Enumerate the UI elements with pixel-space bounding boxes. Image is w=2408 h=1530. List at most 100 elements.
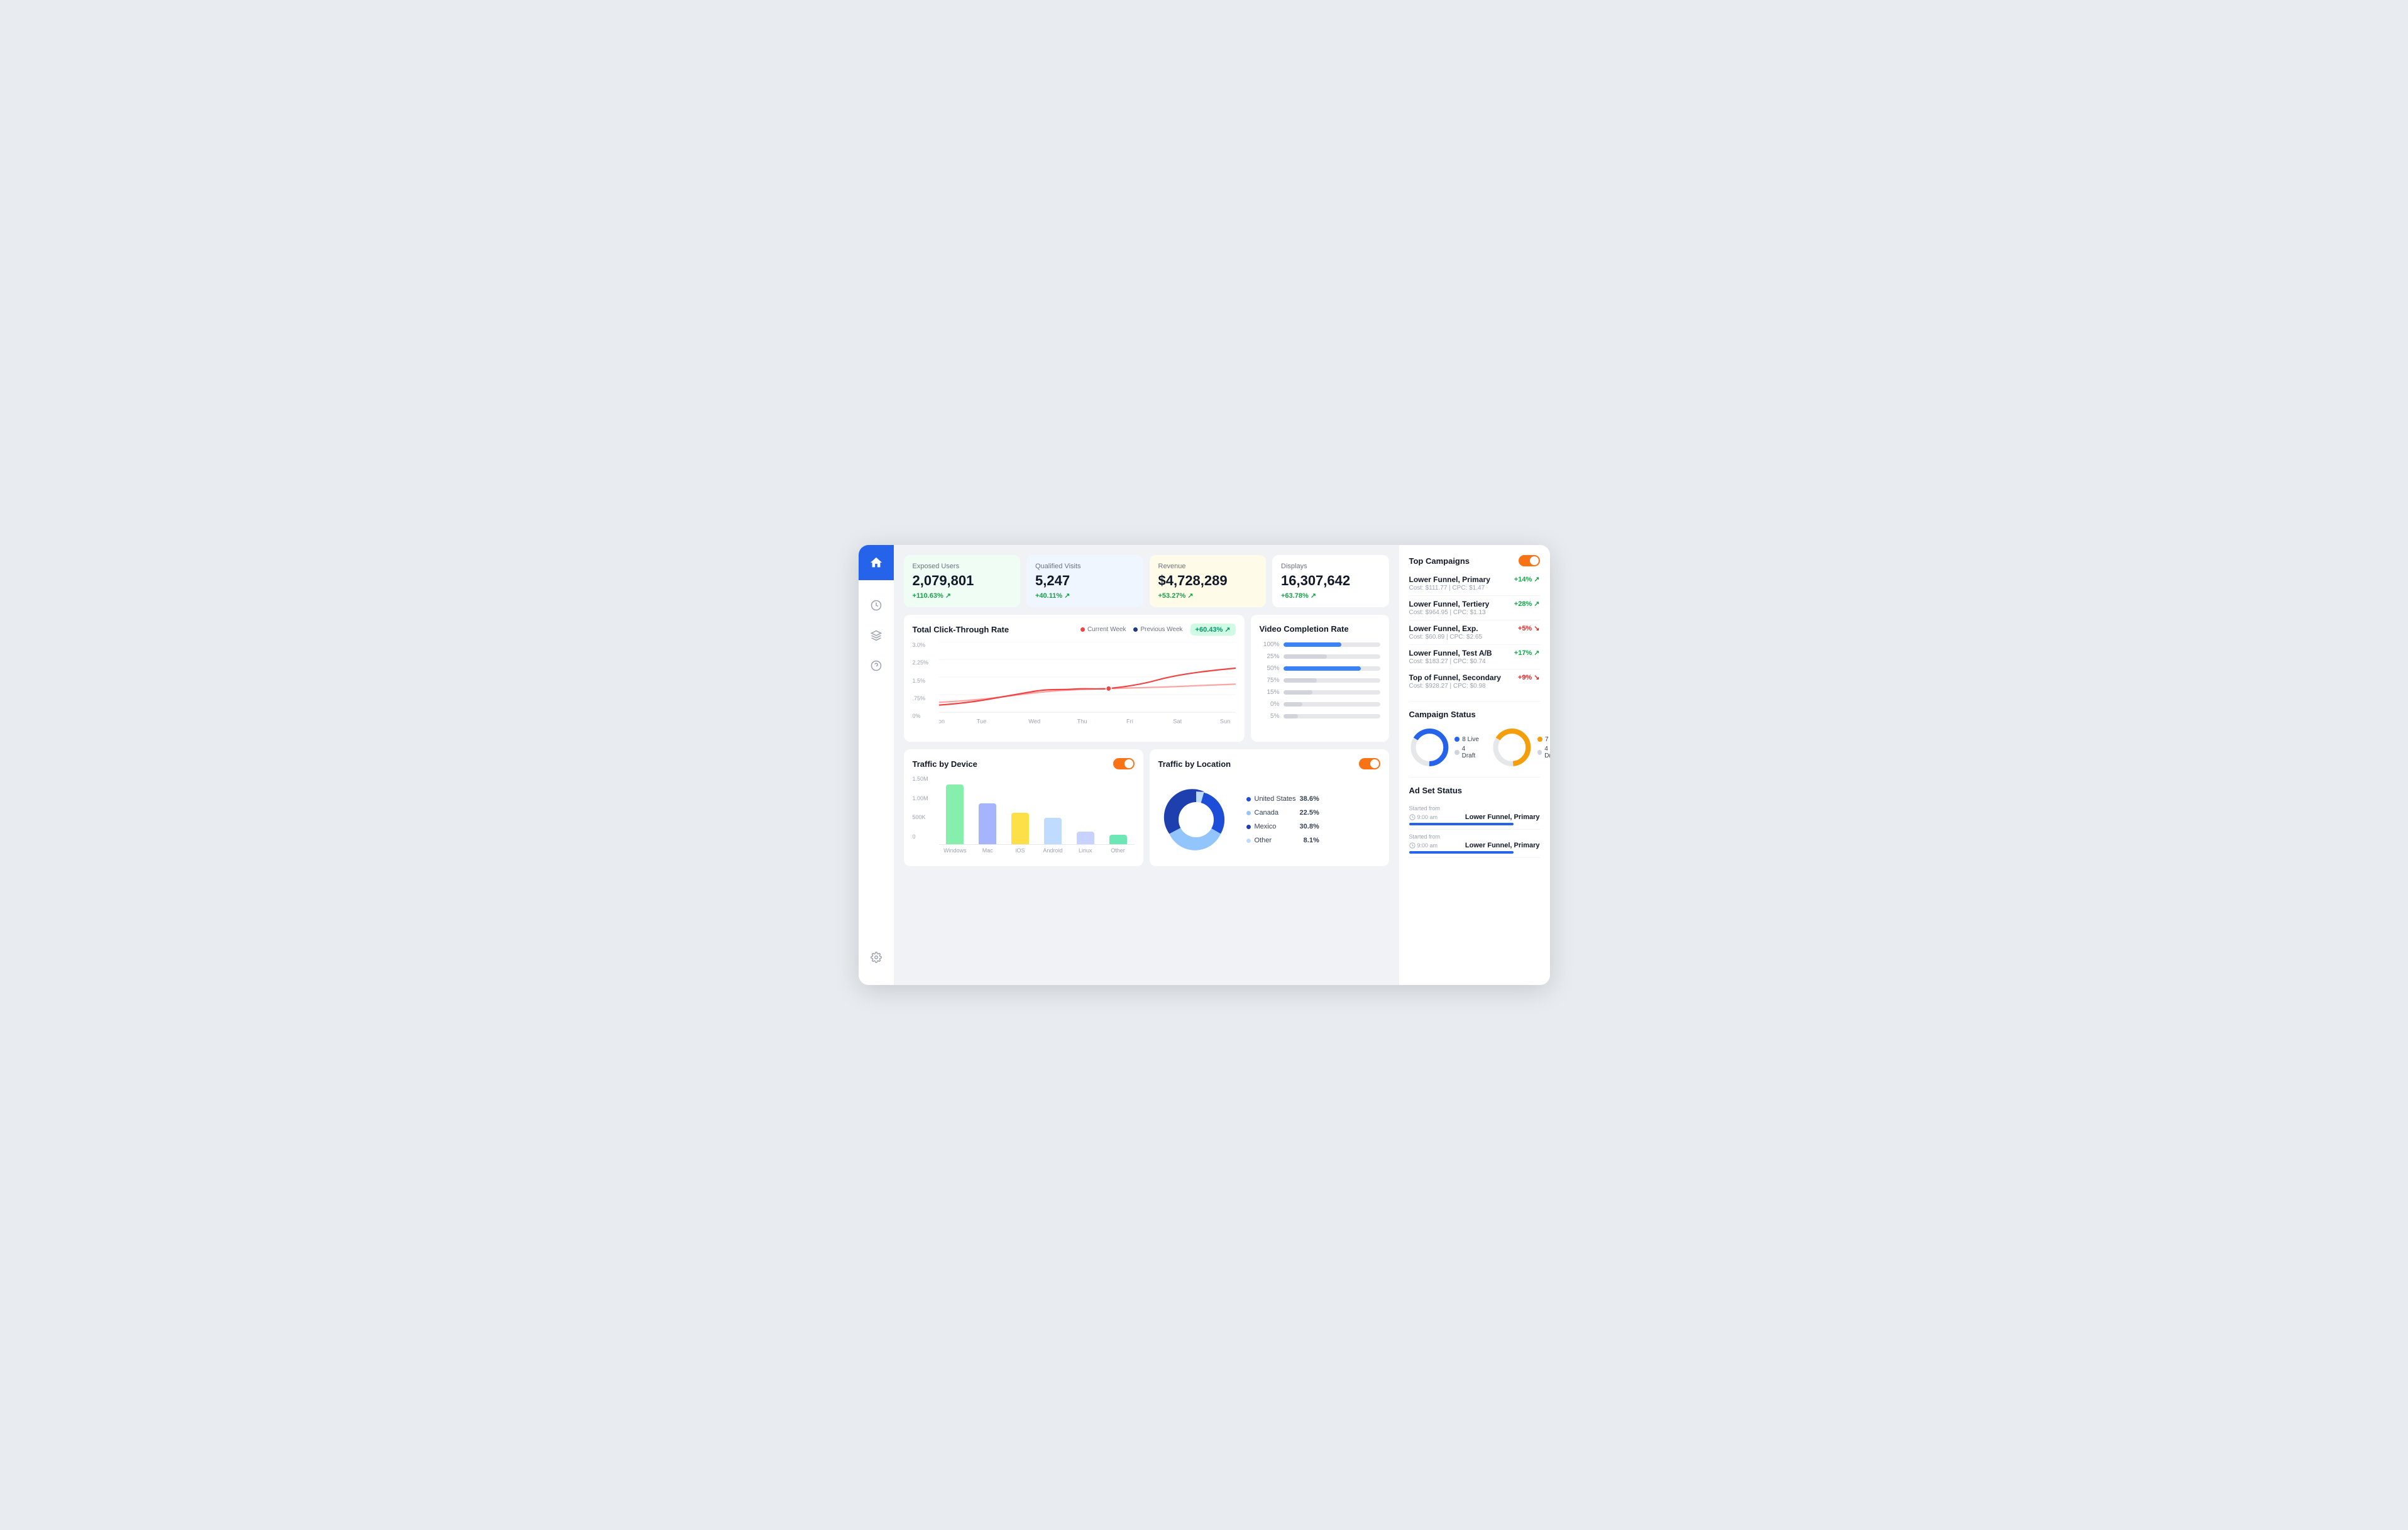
ad-set-item-1: Started from 9:00 am Lower Funnel, Prima… — [1409, 801, 1540, 830]
campaign-5: Top of Funnel, Secondary Cost: $928.27 |… — [1409, 669, 1540, 693]
ad-set-time-1: 9:00 am — [1409, 814, 1438, 820]
campaign-3: Lower Funnel, Exp. Cost: $60.89 | CPC: $… — [1409, 620, 1540, 645]
ctr-chart-title: Total Click-Through Rate — [913, 625, 1009, 634]
location-donut-svg — [1158, 782, 1234, 857]
device-chart-header: Traffic by Device — [913, 758, 1135, 769]
location-canada: Canada 22.5% — [1246, 809, 1319, 817]
ad-set-time-2: 9:00 am — [1409, 842, 1438, 849]
campaign-status-section: Campaign Status 8 Live — [1409, 709, 1540, 769]
svg-text:Sat: Sat — [1173, 718, 1182, 725]
bar-windows — [942, 784, 969, 844]
device-toggle[interactable] — [1113, 758, 1135, 769]
device-chart-card: Traffic by Device 1.50M 1.00M 500K 0 — [904, 749, 1143, 866]
sidebar-icon-clock[interactable] — [864, 593, 889, 618]
location-chart-card: Traffic by Location — [1150, 749, 1389, 866]
campaign-5-change: +9% ↘ — [1518, 673, 1540, 681]
stat-value-revenue: $4,728,289 — [1158, 573, 1258, 589]
campaign-1: Lower Funnel, Primary Cost: $111.77 | CP… — [1409, 571, 1540, 596]
bar-other — [1104, 835, 1132, 844]
ad-set-bar-2 — [1409, 851, 1514, 854]
campaign-3-meta: Cost: $60.89 | CPC: $2.65 — [1409, 634, 1483, 641]
campaign-5-name: Top of Funnel, Secondary — [1409, 673, 1501, 682]
legend-dot-current — [1080, 627, 1085, 632]
video-bars: 100% 25% 50% — [1260, 641, 1380, 720]
campaign-3-row: Lower Funnel, Exp. Cost: $60.89 | CPC: $… — [1409, 624, 1540, 641]
ctr-chart-legend: Current Week Previous Week +60.43% ↗ — [1080, 624, 1236, 636]
stat-change-revenue: +53.27% ↗ — [1158, 592, 1258, 600]
location-us: United States 38.6% — [1246, 795, 1319, 803]
status-donut-right-legend: 7 Live 4 Draft — [1537, 736, 1550, 759]
campaign-2-name: Lower Funnel, Tertiery — [1409, 600, 1490, 608]
campaign-5-row: Top of Funnel, Secondary Cost: $928.27 |… — [1409, 673, 1540, 690]
video-bar-100: 100% — [1260, 641, 1380, 648]
legend-previous: Previous Week — [1133, 626, 1182, 633]
stat-value-visits: 5,247 — [1035, 573, 1135, 589]
device-chart-body: 1.50M 1.00M 500K 0 — [913, 776, 1135, 854]
video-bar-5: 5% — [1260, 713, 1380, 720]
campaigns-list: Lower Funnel, Primary Cost: $111.77 | CP… — [1409, 571, 1540, 693]
sidebar-icon-settings[interactable] — [864, 945, 889, 970]
video-chart-title: Video Completion Rate — [1260, 624, 1349, 634]
ctr-y-axis: 3.0% 2.25% 1.5% .75% 0% — [913, 642, 937, 733]
ad-set-list: Started from 9:00 am Lower Funnel, Prima… — [1409, 801, 1540, 858]
top-campaigns-title: Top Campaigns — [1409, 556, 1470, 566]
stat-label-revenue: Revenue — [1158, 563, 1258, 570]
right-panel: Top Campaigns Lower Funnel, Primary Cost… — [1399, 545, 1550, 985]
campaign-3-name: Lower Funnel, Exp. — [1409, 624, 1483, 633]
ad-set-title: Ad Set Status — [1409, 786, 1463, 795]
y-label-5: 0% — [913, 713, 937, 719]
campaign-1-meta: Cost: $111.77 | CPC: $1.47 — [1409, 585, 1490, 592]
stat-card-visits: Qualified Visits 5,247 +40.11% ↗ — [1026, 555, 1143, 607]
bottom-row: Traffic by Device 1.50M 1.00M 500K 0 — [904, 749, 1389, 866]
location-content: United States 38.6% Canada 22.5% Mexico … — [1158, 782, 1380, 857]
top-campaigns-header: Top Campaigns — [1409, 555, 1540, 566]
ctr-chart-card: Total Click-Through Rate Current Week Pr… — [904, 615, 1245, 742]
clock-icon-2 — [1409, 842, 1416, 849]
y-label-3: 1.5% — [913, 678, 937, 684]
status-donut-left-legend: 8 Live 4 Draft — [1454, 736, 1479, 759]
video-bar-50: 50% — [1260, 665, 1380, 672]
campaign-2-row: Lower Funnel, Tertiery Cost: $964.95 | C… — [1409, 600, 1540, 616]
stat-label-visits: Qualified Visits — [1035, 563, 1135, 570]
stat-card-displays: Displays 16,307,642 +63.78% ↗ — [1272, 555, 1389, 607]
campaign-4: Lower Funnel, Test A/B Cost: $183.27 | C… — [1409, 645, 1540, 669]
device-chart-title: Traffic by Device — [913, 759, 977, 769]
campaign-5-meta: Cost: $928.27 | CPC: $0.98 — [1409, 683, 1501, 690]
location-donut — [1158, 782, 1234, 857]
campaigns-toggle[interactable] — [1519, 555, 1540, 566]
campaign-1-name: Lower Funnel, Primary — [1409, 575, 1490, 584]
bar-mac — [974, 803, 1001, 844]
sidebar — [859, 545, 894, 985]
bar-linux — [1072, 832, 1099, 844]
stats-row: Exposed Users 2,079,801 +110.63% ↗ Quali… — [904, 555, 1389, 607]
svg-text:Sun: Sun — [1219, 718, 1229, 725]
location-chart-title: Traffic by Location — [1158, 759, 1231, 769]
location-toggle[interactable] — [1359, 758, 1380, 769]
stat-change-visits: +40.11% ↗ — [1035, 592, 1135, 600]
svg-text:Mon: Mon — [939, 718, 945, 725]
stat-change-exposed: +110.63% ↗ — [913, 592, 1012, 600]
sidebar-icon-layers[interactable] — [864, 623, 889, 648]
ctr-chart-header: Total Click-Through Rate Current Week Pr… — [913, 624, 1236, 636]
campaign-2-meta: Cost: $964.95 | CPC: $1.13 — [1409, 609, 1490, 616]
clock-icon-1 — [1409, 814, 1416, 820]
bar-ios — [1006, 813, 1034, 844]
device-x-labels: Windows Mac iOS Android Linux Other — [939, 845, 1135, 854]
campaign-2: Lower Funnel, Tertiery Cost: $964.95 | C… — [1409, 596, 1540, 620]
ad-set-section: Ad Set Status Started from 9:00 am Lower… — [1409, 785, 1540, 858]
status-donut-right — [1492, 725, 1532, 769]
campaign-4-name: Lower Funnel, Test A/B — [1409, 649, 1492, 658]
stat-card-revenue: Revenue $4,728,289 +53.27% ↗ — [1150, 555, 1267, 607]
device-bars — [939, 776, 1135, 845]
y-label-1: 3.0% — [913, 642, 937, 648]
sidebar-logo — [859, 545, 894, 580]
campaign-2-change: +28% ↗ — [1514, 600, 1540, 608]
location-list: United States 38.6% Canada 22.5% Mexico … — [1246, 795, 1319, 844]
status-donut-right-group: 7 Live 4 Draft — [1492, 725, 1549, 769]
sidebar-icon-help[interactable] — [864, 653, 889, 678]
location-chart-header: Traffic by Location — [1158, 758, 1380, 769]
video-bar-0: 0% — [1260, 701, 1380, 708]
video-chart-card: Video Completion Rate 100% 25% — [1251, 615, 1389, 742]
campaign-4-change: +17% ↗ — [1514, 649, 1540, 657]
campaign-4-meta: Cost: $183.27 | CPC: $0.74 — [1409, 658, 1492, 665]
